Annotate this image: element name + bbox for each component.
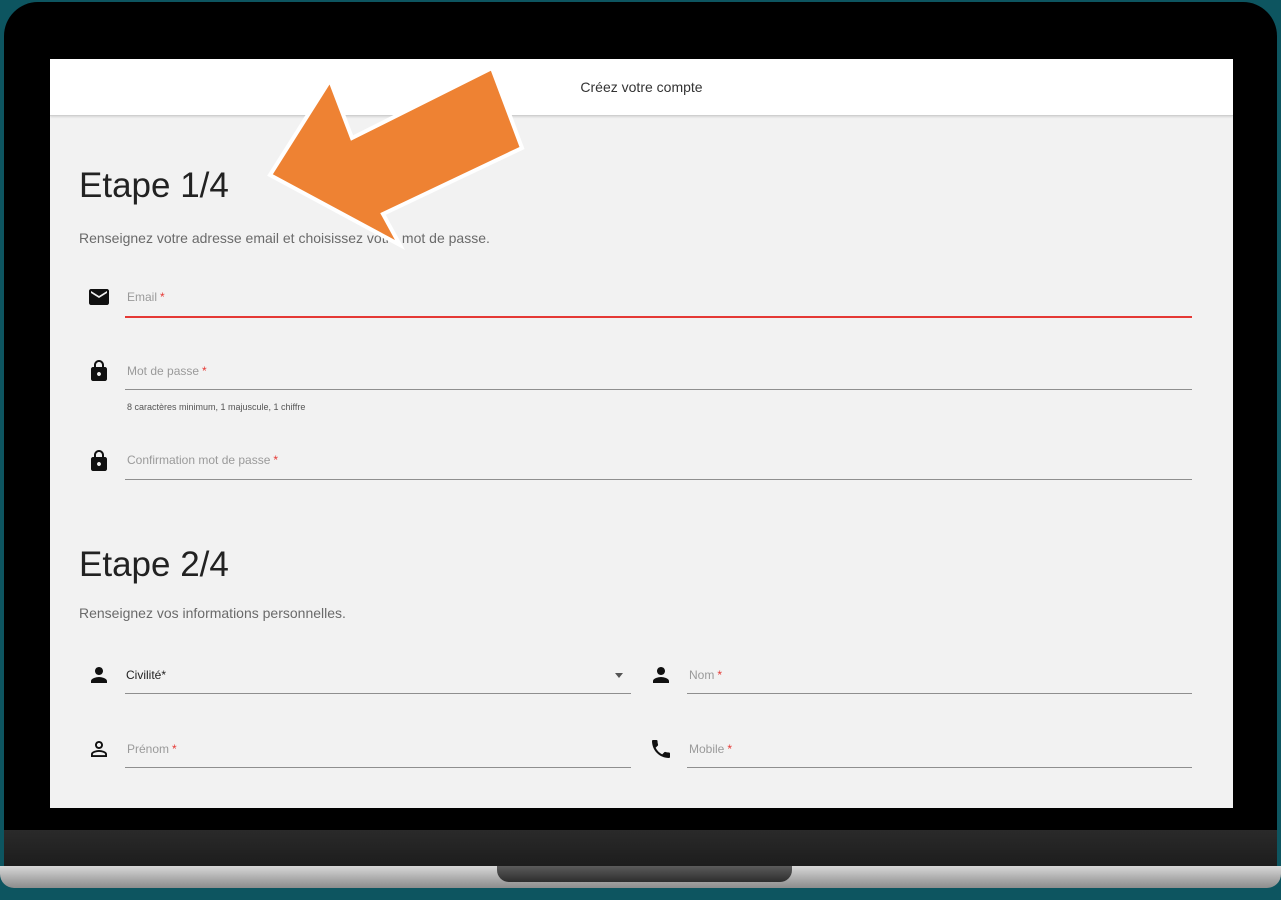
password-hint: 8 caractères minimum, 1 majuscule, 1 chi…	[127, 402, 306, 412]
mobile-label: Mobile	[689, 742, 725, 756]
chevron-down-icon	[615, 673, 623, 678]
email-field[interactable]: Email *	[125, 279, 1192, 319]
app-header: Créez votre compte	[50, 59, 1233, 116]
step1-subtitle: Renseignez votre adresse email et choisi…	[79, 230, 490, 246]
confirm-password-label: Confirmation mot de passe	[127, 453, 271, 467]
confirm-password-underline	[125, 479, 1192, 480]
required-mark: *	[717, 668, 723, 682]
lastname-underline	[687, 693, 1192, 694]
required-mark: *	[160, 290, 165, 304]
mobile-underline	[687, 767, 1192, 768]
email-label: Email	[127, 290, 158, 304]
password-field[interactable]: Mot de passe *	[125, 353, 1192, 391]
required-mark: *	[727, 742, 733, 756]
lastname-field[interactable]: Nom *	[687, 657, 1192, 695]
lock-icon	[91, 360, 107, 381]
required-mark: *	[172, 742, 177, 756]
person-icon	[91, 667, 107, 683]
firstname-field[interactable]: Prénom *	[125, 731, 631, 769]
step1-title: Etape 1/4	[79, 166, 229, 205]
page-title: Créez votre compte	[580, 79, 703, 95]
email-underline	[125, 316, 1192, 318]
laptop-hinge	[4, 830, 1277, 868]
lastname-label: Nom	[689, 668, 715, 682]
mail-icon	[89, 289, 109, 305]
mobile-field[interactable]: Mobile *	[687, 731, 1192, 769]
required-mark: *	[273, 453, 279, 467]
person-icon	[653, 667, 669, 683]
firstname-label: Prénom	[127, 742, 170, 756]
confirm-password-field[interactable]: Confirmation mot de passe *	[125, 442, 1192, 482]
step2-title: Etape 2/4	[79, 545, 229, 584]
screen: Créez votre compte Etape 1/4 Renseignez …	[50, 59, 1233, 808]
civility-underline	[125, 693, 631, 694]
lock-icon	[91, 450, 107, 471]
person-outline-icon	[91, 741, 107, 757]
password-label: Mot de passe	[127, 364, 200, 378]
firstname-underline	[125, 767, 631, 768]
civility-select[interactable]: Civilité*	[125, 657, 631, 695]
required-mark: *	[202, 364, 207, 378]
civility-value: Civilité*	[126, 668, 167, 682]
password-underline	[125, 389, 1192, 390]
phone-icon	[652, 740, 670, 758]
step2-subtitle: Renseignez vos informations personnelles…	[79, 605, 346, 621]
laptop-notch	[497, 866, 792, 882]
